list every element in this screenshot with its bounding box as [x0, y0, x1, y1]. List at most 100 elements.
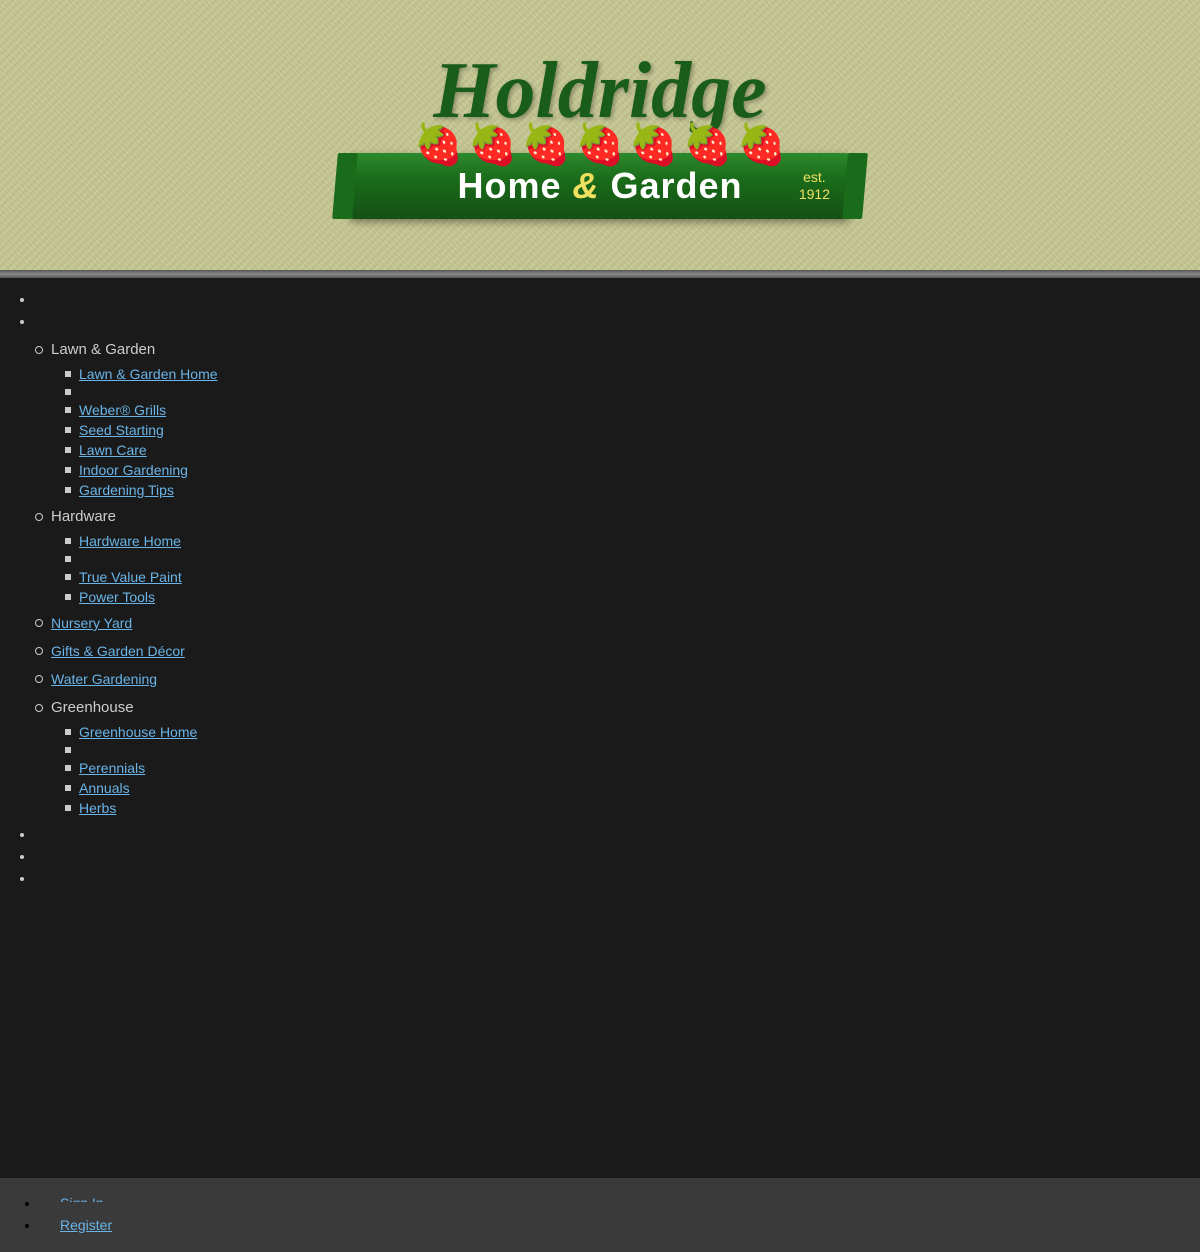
- square-bullet-icon: [65, 556, 71, 562]
- nav-category-list: Lawn & Garden Lawn & Garden Home Weber® …: [35, 337, 1200, 818]
- circle-bullet-icon: [35, 704, 43, 712]
- nav-bottom-item-2: [35, 845, 1200, 867]
- circle-bullet-icon: [35, 675, 43, 683]
- square-bullet-icon: [65, 407, 71, 413]
- square-bullet-icon: [65, 574, 71, 580]
- logo-container: Holdridge 🍓 🍓 🍓 🍓 🍓 🍓 🍓 Home & Garden es…: [350, 51, 850, 219]
- strawberry-icon: 🍓: [414, 121, 464, 168]
- power-tools-link[interactable]: Power Tools: [79, 589, 155, 605]
- strawberry-icon: 🍓: [521, 121, 571, 168]
- hardware-category: Hardware: [35, 504, 1200, 529]
- nursery-yard-link[interactable]: Nursery Yard: [51, 615, 132, 631]
- nav-subitem-seed-starting: Seed Starting: [65, 420, 1200, 440]
- circle-bullet-icon: [35, 619, 43, 627]
- lawn-garden-label: Lawn & Garden: [51, 341, 155, 358]
- nav-subitem-perennials: Perennials: [65, 758, 1200, 778]
- nav-bottom-list: [20, 823, 1200, 889]
- square-bullet-icon: [65, 538, 71, 544]
- nav-subitem-power-tools: Power Tools: [65, 587, 1200, 607]
- lawn-garden-category: Lawn & Garden: [35, 337, 1200, 362]
- nav-subitem-weber-grills: Weber® Grills: [65, 400, 1200, 420]
- site-header: Holdridge 🍓 🍓 🍓 🍓 🍓 🍓 🍓 Home & Garden es…: [0, 0, 1200, 270]
- square-bullet-icon: [65, 467, 71, 473]
- nav-top-item-2: [35, 310, 1200, 332]
- nav-top-list: [20, 288, 1200, 332]
- water-gardening-link[interactable]: Water Gardening: [51, 671, 157, 687]
- nav-water-gardening: Water Gardening: [35, 667, 1200, 691]
- true-value-paint-link[interactable]: True Value Paint: [79, 569, 182, 585]
- greenhouse-sublist: Greenhouse Home Perennials Annuals: [35, 722, 1200, 818]
- nav-subitem-lawn-garden-home: Lawn & Garden Home: [65, 364, 1200, 384]
- ampersand: &: [572, 165, 599, 206]
- square-bullet-icon: [65, 747, 71, 753]
- strawberry-decoration: 🍓 🍓 🍓 🍓 🍓 🍓 🍓: [412, 121, 789, 168]
- water-gardening-category: Water Gardening: [35, 667, 1200, 691]
- strawberry-icon: 🍓: [575, 121, 625, 168]
- square-bullet-icon: [65, 594, 71, 600]
- lawn-garden-home-link[interactable]: Lawn & Garden Home: [79, 366, 218, 382]
- square-bullet-icon: [65, 389, 71, 395]
- nav-gifts-garden-decor: Gifts & Garden Décor: [35, 639, 1200, 663]
- square-bullet-icon: [65, 371, 71, 377]
- greenhouse-category: Greenhouse: [35, 695, 1200, 720]
- circle-bullet-icon: [35, 346, 43, 354]
- banner-text: Home & Garden: [457, 165, 742, 206]
- nav-subitem-annuals: Annuals: [65, 778, 1200, 798]
- hardware-label: Hardware: [51, 508, 116, 525]
- strawberry-icon: 🍓: [683, 121, 733, 168]
- hardware-home-link[interactable]: Hardware Home: [79, 533, 181, 549]
- nav-subitem-empty-3: [65, 742, 1200, 758]
- strawberry-icon: 🍓: [467, 121, 517, 168]
- nav-top-item-1: [35, 288, 1200, 310]
- hardware-sublist: Hardware Home True Value Paint Power Too…: [35, 531, 1200, 607]
- square-bullet-icon: [65, 785, 71, 791]
- nav-subitem-herbs: Herbs: [65, 798, 1200, 818]
- indoor-gardening-link[interactable]: Indoor Gardening: [79, 462, 188, 478]
- register-link[interactable]: Register: [40, 1202, 132, 1248]
- gardening-tips-link[interactable]: Gardening Tips: [79, 482, 174, 498]
- footer-link-list: Sign In Register: [20, 1193, 1180, 1237]
- nursery-yard-category: Nursery Yard: [35, 611, 1200, 635]
- footer-sign-in-item: Sign In: [40, 1193, 1180, 1215]
- square-bullet-icon: [65, 805, 71, 811]
- weber-grills-link[interactable]: Weber® Grills: [79, 402, 166, 418]
- square-bullet-icon: [65, 447, 71, 453]
- nav-subitem-gardening-tips: Gardening Tips: [65, 480, 1200, 500]
- greenhouse-home-link[interactable]: Greenhouse Home: [79, 724, 197, 740]
- nav-subitem-empty-2: [65, 551, 1200, 567]
- lawn-care-link[interactable]: Lawn Care: [79, 442, 147, 458]
- seed-starting-link[interactable]: Seed Starting: [79, 422, 164, 438]
- annuals-link[interactable]: Annuals: [79, 780, 130, 796]
- strawberry-icon: 🍓: [629, 121, 679, 168]
- square-bullet-icon: [65, 487, 71, 493]
- navigation: Lawn & Garden Lawn & Garden Home Weber® …: [0, 278, 1200, 1178]
- nav-greenhouse: Greenhouse Greenhouse Home Perennials: [35, 695, 1200, 818]
- nav-subitem-indoor-gardening: Indoor Gardening: [65, 460, 1200, 480]
- gifts-garden-decor-category: Gifts & Garden Décor: [35, 639, 1200, 663]
- square-bullet-icon: [65, 427, 71, 433]
- circle-bullet-icon: [35, 513, 43, 521]
- nav-section: Lawn & Garden Lawn & Garden Home Weber® …: [20, 337, 1200, 818]
- nav-hardware: Hardware Hardware Home True Value Paint: [35, 504, 1200, 607]
- square-bullet-icon: [65, 765, 71, 771]
- perennials-link[interactable]: Perennials: [79, 760, 145, 776]
- nav-lawn-garden: Lawn & Garden Lawn & Garden Home Weber® …: [35, 337, 1200, 500]
- nav-subitem-hardware-home: Hardware Home: [65, 531, 1200, 551]
- strawberry-icon: 🍓: [737, 121, 787, 168]
- nav-subitem-greenhouse-home: Greenhouse Home: [65, 722, 1200, 742]
- greenhouse-label: Greenhouse: [51, 699, 134, 716]
- lawn-garden-sublist: Lawn & Garden Home Weber® Grills Seed St…: [35, 364, 1200, 500]
- nav-bottom-item-1: [35, 823, 1200, 845]
- footer-links: Sign In Register: [0, 1178, 1200, 1252]
- site-title: Holdridge: [433, 51, 766, 131]
- nav-bottom-item-3: [35, 867, 1200, 889]
- nav-subitem-true-value-paint: True Value Paint: [65, 567, 1200, 587]
- gifts-garden-decor-link[interactable]: Gifts & Garden Décor: [51, 643, 185, 659]
- herbs-link[interactable]: Herbs: [79, 800, 116, 816]
- established-text: est.1912: [799, 169, 830, 203]
- circle-bullet-icon: [35, 647, 43, 655]
- footer-register-item: Register: [40, 1215, 1180, 1237]
- header-separator: [0, 270, 1200, 278]
- nav-subitem-lawn-care: Lawn Care: [65, 440, 1200, 460]
- nav-nursery-yard: Nursery Yard: [35, 611, 1200, 635]
